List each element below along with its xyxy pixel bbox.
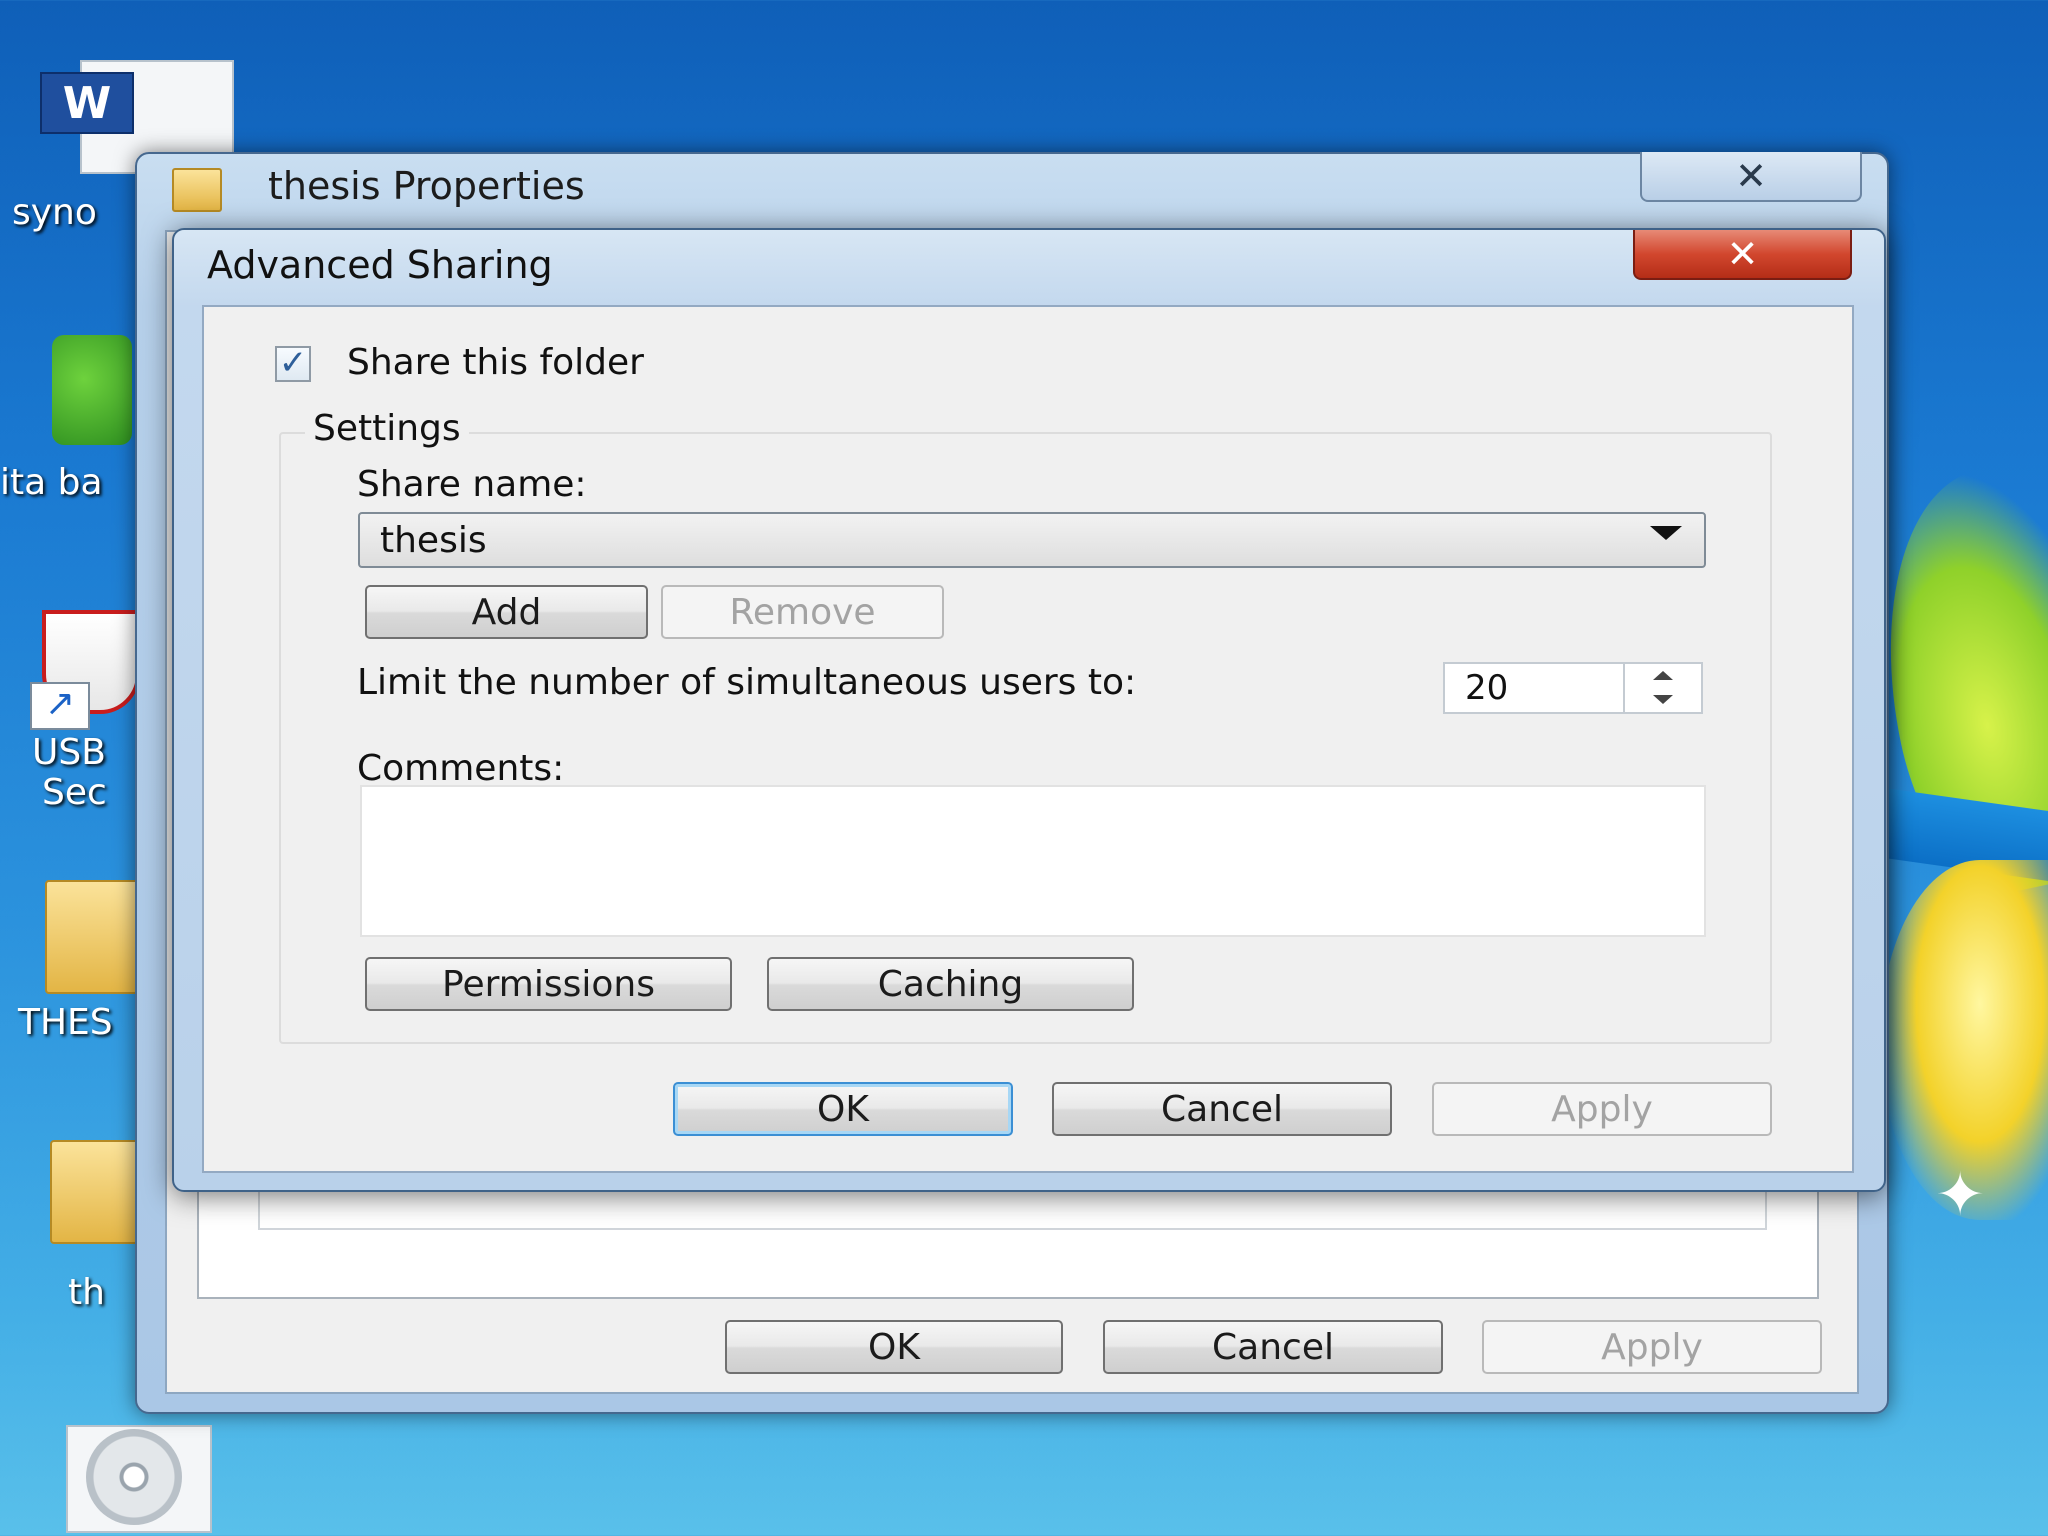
folder-icon	[172, 168, 222, 212]
limit-users-label: Limit the number of simultaneous users t…	[357, 662, 1137, 703]
arrow-up-icon	[1653, 670, 1673, 680]
remove-button[interactable]: Remove	[661, 585, 944, 639]
properties-ok-button[interactable]: OK	[725, 1320, 1063, 1374]
properties-window-title: thesis Properties	[268, 164, 585, 208]
wallpaper-sparkle: ✦	[1935, 1160, 1986, 1230]
properties-apply-button[interactable]: Apply	[1482, 1320, 1822, 1374]
share-name-label: Share name:	[357, 464, 587, 505]
desktop-icon-usb[interactable]: ↗	[30, 610, 140, 730]
user-limit-spin-buttons	[1623, 664, 1703, 712]
desktop-icon-label: THES	[18, 1002, 113, 1043]
shortcut-arrow-icon: ↗	[30, 682, 90, 730]
ok-button[interactable]: OK	[673, 1082, 1013, 1136]
folder-icon	[50, 1140, 144, 1244]
desktop-icon-label: th	[68, 1272, 105, 1313]
add-button[interactable]: Add	[365, 585, 648, 639]
close-icon: ✕	[1735, 154, 1767, 198]
caching-button[interactable]: Caching	[767, 957, 1134, 1011]
desktop-icon-label: ita ba	[0, 462, 103, 503]
cancel-button[interactable]: Cancel	[1052, 1082, 1392, 1136]
checkmark-icon: ✓	[278, 343, 308, 383]
desktop-icon-label: syno	[12, 192, 97, 233]
close-icon: ✕	[1726, 232, 1759, 276]
share-name-value: thesis	[380, 519, 487, 561]
settings-groupbox-label: Settings	[305, 408, 469, 449]
properties-close-button[interactable]: ✕	[1640, 152, 1862, 202]
desktop-icon-folder-thesis[interactable]	[45, 870, 149, 994]
comments-label: Comments:	[357, 748, 565, 789]
spin-down-button[interactable]	[1629, 689, 1697, 709]
share-folder-checkbox[interactable]: ✓	[275, 346, 311, 382]
folder-icon	[45, 880, 149, 994]
advanced-sharing-close-button[interactable]: ✕	[1633, 230, 1852, 280]
desktop-icon-label: USB	[32, 732, 106, 773]
desktop-icon-label: Sec	[42, 772, 107, 813]
desktop-icon-app[interactable]	[52, 335, 132, 445]
user-limit-value: 20	[1465, 668, 1509, 708]
word-icon: W	[40, 72, 134, 134]
share-name-dropdown[interactable]: thesis	[358, 512, 1706, 568]
properties-cancel-button[interactable]: Cancel	[1103, 1320, 1443, 1374]
cd-icon	[86, 1429, 182, 1525]
apply-button[interactable]: Apply	[1432, 1082, 1772, 1136]
chevron-down-icon[interactable]	[1650, 526, 1682, 540]
permissions-button[interactable]: Permissions	[365, 957, 732, 1011]
spin-up-button[interactable]	[1629, 665, 1697, 685]
advanced-sharing-title: Advanced Sharing	[207, 243, 553, 287]
app-green-icon	[52, 335, 132, 445]
arrow-down-icon	[1653, 694, 1673, 704]
comments-field[interactable]	[360, 785, 1706, 937]
share-folder-label[interactable]: Share this folder	[347, 342, 644, 383]
desktop-icon-disc-image[interactable]	[66, 1425, 216, 1533]
desktop-icon-folder-th[interactable]	[50, 1140, 144, 1250]
